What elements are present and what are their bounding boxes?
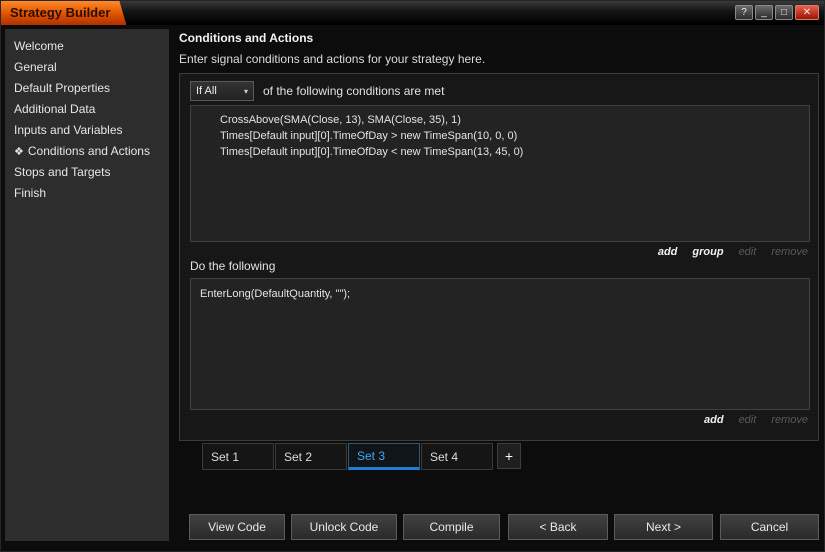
strategy-builder-window: Strategy Builder ? _ □ ✕ Welcome General… bbox=[0, 0, 825, 552]
cancel-button[interactable]: Cancel bbox=[720, 514, 819, 540]
unlock-code-button[interactable]: Unlock Code bbox=[291, 514, 397, 540]
window-controls: ? _ □ ✕ bbox=[735, 5, 819, 20]
conditions-edit-link: edit bbox=[739, 246, 757, 258]
condition-mode-value: If All bbox=[196, 85, 217, 97]
conditions-add-link[interactable]: add bbox=[658, 246, 678, 258]
sidebar-item-additional-data[interactable]: Additional Data bbox=[5, 99, 169, 120]
sidebar-item-stops-and-targets[interactable]: Stops and Targets bbox=[5, 162, 169, 183]
condition-item[interactable]: Times[Default input][0].TimeOfDay < new … bbox=[220, 144, 805, 160]
view-code-button[interactable]: View Code bbox=[189, 514, 285, 540]
page-title: Conditions and Actions bbox=[179, 31, 313, 45]
conditions-links: add group edit remove bbox=[658, 246, 808, 258]
tab-set-1[interactable]: Set 1 bbox=[202, 443, 274, 470]
conditions-group-link[interactable]: group bbox=[692, 246, 723, 258]
condition-item[interactable]: Times[Default input][0].TimeOfDay > new … bbox=[220, 128, 805, 144]
actions-remove-link: remove bbox=[771, 414, 808, 426]
window-title: Strategy Builder bbox=[1, 1, 126, 25]
condition-item[interactable]: CrossAbove(SMA(Close, 13), SMA(Close, 35… bbox=[220, 112, 805, 128]
next-button[interactable]: Next > bbox=[614, 514, 713, 540]
actions-list[interactable]: EnterLong(DefaultQuantity, ""); bbox=[190, 278, 810, 410]
back-button[interactable]: < Back bbox=[508, 514, 608, 540]
condition-mode-row: If All ▾ of the following conditions are… bbox=[190, 81, 444, 101]
add-set-button[interactable]: + bbox=[497, 443, 521, 469]
sidebar-item-default-properties[interactable]: Default Properties bbox=[5, 78, 169, 99]
compile-button[interactable]: Compile bbox=[403, 514, 500, 540]
tab-set-2[interactable]: Set 2 bbox=[275, 443, 347, 470]
sidebar-item-general[interactable]: General bbox=[5, 57, 169, 78]
sidebar-nav: Welcome General Default Properties Addit… bbox=[5, 29, 169, 541]
actions-add-link[interactable]: add bbox=[704, 414, 724, 426]
actions-edit-link: edit bbox=[739, 414, 757, 426]
tab-set-3[interactable]: Set 3 bbox=[348, 443, 420, 470]
chevron-down-icon: ▾ bbox=[244, 87, 248, 96]
close-icon[interactable]: ✕ bbox=[795, 5, 819, 20]
sidebar-item-conditions-and-actions[interactable]: ❖Conditions and Actions bbox=[5, 141, 169, 162]
condition-mode-suffix: of the following conditions are met bbox=[263, 84, 444, 98]
sidebar-item-welcome[interactable]: Welcome bbox=[5, 36, 169, 57]
conditions-remove-link: remove bbox=[771, 246, 808, 258]
page-subtitle: Enter signal conditions and actions for … bbox=[179, 52, 485, 66]
action-item[interactable]: EnterLong(DefaultQuantity, ""); bbox=[200, 286, 805, 302]
title-bar[interactable]: Strategy Builder ? _ □ ✕ bbox=[1, 1, 824, 25]
conditions-list[interactable]: CrossAbove(SMA(Close, 13), SMA(Close, 35… bbox=[190, 105, 810, 242]
selected-marker-icon: ❖ bbox=[14, 146, 24, 158]
actions-label: Do the following bbox=[190, 259, 275, 273]
help-icon[interactable]: ? bbox=[735, 5, 753, 20]
sidebar-item-inputs-and-variables[interactable]: Inputs and Variables bbox=[5, 120, 169, 141]
condition-mode-dropdown[interactable]: If All ▾ bbox=[190, 81, 254, 101]
sidebar-item-finish[interactable]: Finish bbox=[5, 183, 169, 204]
tab-set-4[interactable]: Set 4 bbox=[421, 443, 493, 470]
set-tabs: Set 1 Set 2 Set 3 Set 4 + bbox=[202, 443, 521, 470]
actions-links: add edit remove bbox=[704, 414, 808, 426]
maximize-icon[interactable]: □ bbox=[775, 5, 793, 20]
minimize-icon[interactable]: _ bbox=[755, 5, 773, 20]
conditions-actions-panel: If All ▾ of the following conditions are… bbox=[179, 73, 819, 441]
